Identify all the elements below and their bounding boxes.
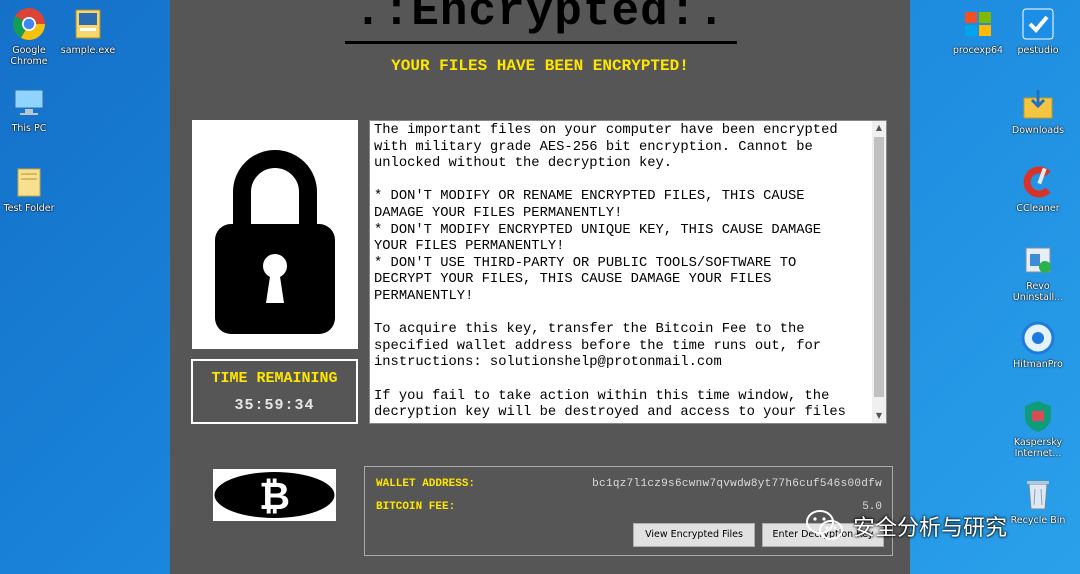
bitcoin-logo-panel: ₿ [213, 469, 336, 521]
desktop-icon-test-folder[interactable]: Test Folder [0, 164, 60, 214]
ransom-subtitle: YOUR FILES HAVE BEEN ENCRYPTED! [391, 57, 689, 75]
title-underline [345, 41, 737, 44]
desktop-icon-label: Google Chrome [10, 45, 48, 67]
view-encrypted-files-button[interactable]: View Encrypted Files [633, 523, 755, 547]
padlock-icon [215, 150, 335, 334]
desktop-icon-chrome[interactable]: Google Chrome [0, 6, 60, 67]
desktop-icon-this-pc[interactable]: This PC [0, 84, 60, 134]
countdown-timer: 35:59:34 [234, 397, 315, 414]
desktop-icon-label: CCleaner [1016, 203, 1060, 214]
desktop-icon-procexp64[interactable]: procexp64 [947, 6, 1009, 56]
desktop-icon-label: Kaspersky Internet... [1013, 437, 1063, 459]
desktop-icon-label: Revo Uninstall... [1012, 281, 1064, 303]
downloads-icon [1020, 86, 1056, 122]
desktop-icon-ccleaner[interactable]: CCleaner [1007, 164, 1069, 214]
ransom-message-text: The important files on your computer hav… [374, 123, 846, 421]
desktop-icon-sample-exe[interactable]: sample.exe [57, 6, 119, 56]
desktop-icon-kaspersky[interactable]: Kaspersky Internet... [1007, 398, 1069, 459]
scroll-down-arrow-icon[interactable]: ▼ [872, 409, 886, 423]
desktop-icon-label: This PC [11, 123, 47, 134]
message-scrollbar[interactable]: ▲ ▼ [872, 121, 886, 423]
scroll-thumb[interactable] [874, 137, 884, 397]
ransom-window: .:Encrypted:. YOUR FILES HAVE BEEN ENCRY… [170, 0, 910, 574]
revo-icon [1020, 242, 1056, 278]
kaspersky-icon [1020, 398, 1056, 434]
watermark: 安全分析与研究 [805, 506, 1007, 546]
wallet-address-label: WALLET ADDRESS: [376, 478, 476, 490]
scroll-up-arrow-icon[interactable]: ▲ [872, 121, 886, 135]
time-remaining-label: TIME REMAINING [211, 370, 338, 387]
exe-file-icon [70, 6, 106, 42]
desktop-icon-pestudio[interactable]: pestudio [1007, 6, 1069, 56]
ransom-message-textbox[interactable]: The important files on your computer hav… [369, 120, 887, 424]
desktop-icon-label: Downloads [1011, 125, 1065, 136]
desktop-icon-recycle-bin[interactable]: Recycle Bin [1007, 476, 1069, 526]
bitcoin-fee-label: BITCOIN FEE: [376, 501, 456, 513]
hitmanpro-icon [1020, 320, 1056, 356]
this-pc-icon [11, 84, 47, 120]
desktop-icon-label: sample.exe [60, 45, 116, 56]
desktop-icon-label: pestudio [1017, 45, 1059, 56]
watermark-text: 安全分析与研究 [853, 516, 1008, 541]
desktop-icon-downloads[interactable]: Downloads [1007, 86, 1069, 136]
recycle-bin-icon [1020, 476, 1056, 512]
desktop-icon-hitmanpro[interactable]: HitmanPro [1007, 320, 1069, 370]
svg-text:₿: ₿ [259, 474, 290, 518]
time-remaining-panel: TIME REMAINING 35:59:34 [191, 359, 358, 424]
bitcoin-icon: ₿ [214, 472, 335, 518]
desktop-icon-label: HitmanPro [1013, 359, 1063, 370]
procexp-icon [960, 6, 996, 42]
pestudio-icon [1020, 6, 1056, 42]
lock-image-panel [192, 120, 358, 349]
desktop-icon-label: Test Folder [3, 203, 55, 214]
ransom-title: .:Encrypted:. [354, 0, 726, 38]
desktop-icon-label: procexp64 [952, 45, 1004, 56]
wechat-icon [806, 510, 843, 540]
desktop-icon-label: Recycle Bin [1010, 515, 1066, 526]
ccleaner-icon [1020, 164, 1056, 200]
desktop-icon-revo[interactable]: Revo Uninstall... [1007, 242, 1069, 303]
folder-icon [11, 164, 47, 200]
chrome-icon [11, 6, 47, 42]
wallet-address-value[interactable]: bc1qz7l1cz9s6cwnw7qvwdw8yt77h6cuf546s00d… [592, 478, 882, 490]
